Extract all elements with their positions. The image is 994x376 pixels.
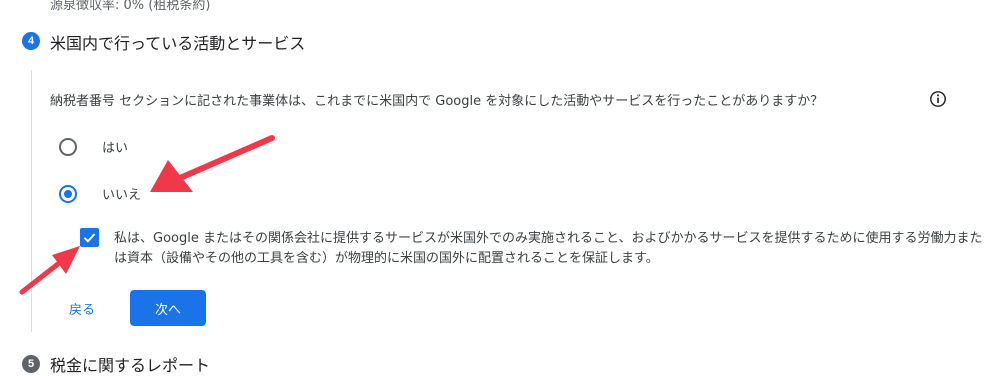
step-rail (31, 70, 32, 332)
radio-label-no: いいえ (102, 188, 142, 203)
certification-text: 私は、Google またはその関係会社に提供するサービスが米国外でのみ実施される… (114, 231, 983, 266)
radio-option-yes[interactable]: はい (59, 137, 128, 156)
step-title: 米国内で行っている活動とサービス (50, 34, 306, 53)
activity-question: 納税者番号 セクションに記された事業体は、これまでに米国内で Google を対… (50, 94, 824, 109)
radio-button[interactable] (59, 137, 77, 156)
previous-step-cut-text: 源泉徴収率: 0% (租税条約) (50, 0, 211, 13)
info-icon[interactable] (929, 90, 947, 108)
back-button[interactable]: 戻る (56, 290, 108, 326)
next-step-number-badge: 5 (22, 355, 40, 373)
certification-checkbox[interactable] (80, 228, 99, 247)
annotation-arrow-no (150, 135, 275, 192)
radio-button-selected[interactable] (59, 184, 77, 203)
radio-label-yes: はい (102, 141, 129, 156)
next-button[interactable]: 次へ (130, 290, 206, 326)
step-number-badge: 4 (22, 32, 40, 50)
radio-option-no[interactable]: いいえ (59, 184, 141, 203)
next-step-title: 税金に関するレポート (50, 356, 211, 375)
checkmark-icon (83, 233, 96, 243)
